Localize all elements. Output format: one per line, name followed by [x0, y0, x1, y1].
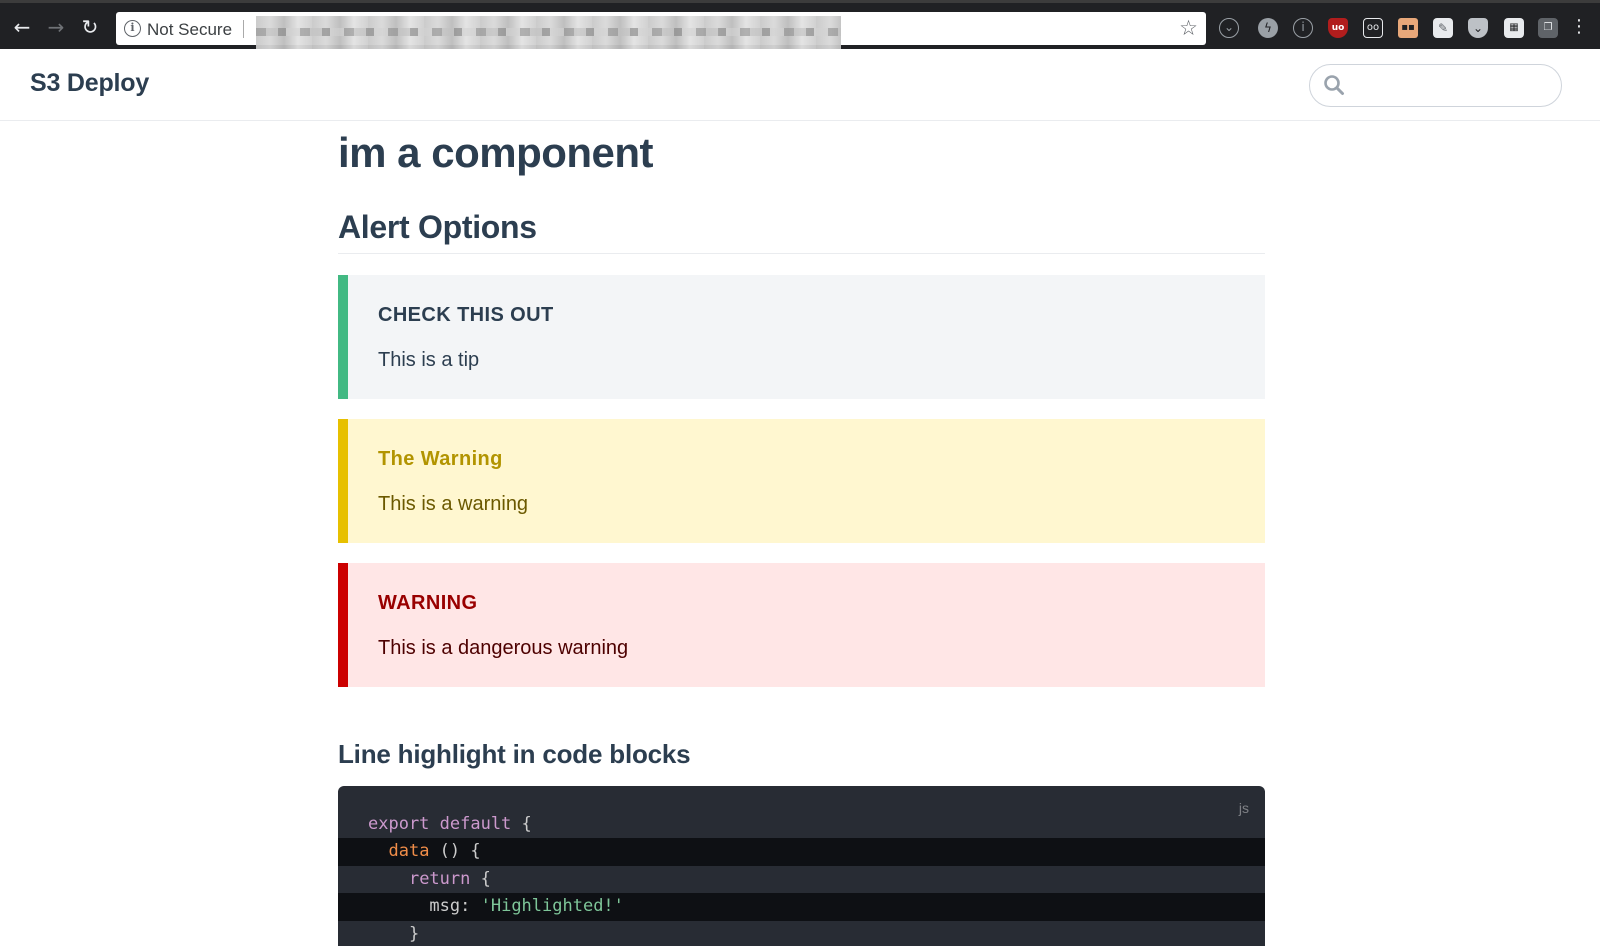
code-indent: [368, 841, 388, 861]
pocket-icon[interactable]: ⌄: [1468, 18, 1488, 38]
code-token: 'Highlighted!': [481, 896, 624, 916]
bookmark-star-icon[interactable]: ☆: [1179, 16, 1198, 40]
code-token: return: [409, 869, 470, 889]
ublock-icon[interactable]: uo: [1328, 18, 1348, 38]
puzzle-icon[interactable]: ▦: [1504, 18, 1524, 38]
page-title: im a component: [338, 129, 653, 177]
code-token: }: [409, 924, 419, 944]
section-title-code-highlight: Line highlight in code blocks: [338, 739, 690, 770]
code-line: export default {: [338, 811, 1265, 839]
reload-button[interactable]: ↻: [78, 15, 102, 39]
face-icon[interactable]: ▪▪: [1398, 18, 1418, 38]
section-divider: [338, 253, 1265, 254]
code-line-highlighted: data () {: [338, 838, 1265, 866]
tabs-icon[interactable]: ❐: [1538, 18, 1558, 38]
glasses-icon[interactable]: oo: [1363, 18, 1383, 38]
tip-alert: CHECK THIS OUT This is a tip: [338, 275, 1265, 399]
section-title-alert-options: Alert Options: [338, 209, 537, 246]
pin-icon[interactable]: ✎: [1433, 18, 1453, 38]
security-label[interactable]: Not Secure: [147, 20, 232, 40]
code-token: msg:: [429, 896, 480, 916]
lightning-icon[interactable]: ϟ: [1258, 18, 1278, 38]
search-input[interactable]: [1352, 71, 1552, 101]
alert-body: This is a warning: [378, 493, 528, 516]
circle-outline-icon[interactable]: ⌄: [1219, 18, 1239, 38]
browser-menu-icon[interactable]: ⋮: [1570, 17, 1588, 37]
blurred-url[interactable]: [256, 16, 841, 53]
code-token: {: [470, 869, 490, 889]
code-indent: [368, 869, 409, 889]
address-bar[interactable]: i Not Secure ☆: [116, 12, 1206, 45]
code-token: () {: [429, 841, 480, 861]
code-token: data: [388, 841, 429, 861]
alert-title: The Warning: [378, 448, 503, 471]
search-box[interactable]: [1309, 64, 1562, 107]
site-brand[interactable]: S3 Deploy: [30, 69, 149, 98]
code-indent: [368, 896, 429, 916]
alert-body: This is a tip: [378, 349, 479, 372]
forward-button[interactable]: →: [44, 15, 68, 39]
alert-title: CHECK THIS OUT: [378, 304, 554, 327]
code-token: export default: [368, 814, 511, 834]
code-line: return {: [338, 866, 1265, 894]
address-divider: [243, 20, 244, 38]
alert-body: This is a dangerous warning: [378, 637, 628, 660]
alert-title: WARNING: [378, 592, 477, 615]
site-header: S3 Deploy: [0, 49, 1600, 121]
info-icon[interactable]: i: [124, 20, 141, 37]
warning-alert: The Warning This is a warning: [338, 419, 1265, 543]
code-indent: [368, 924, 409, 944]
code-line-highlighted: msg: 'Highlighted!': [338, 893, 1265, 921]
browser-toolbar: ← → ↻ i Not Secure ☆ ⌄ ϟ i uo oo ▪▪ ✎ ⌄ …: [0, 0, 1600, 49]
danger-alert: WARNING This is a dangerous warning: [338, 563, 1265, 687]
info-icon[interactable]: i: [1293, 18, 1313, 38]
code-token: {: [511, 814, 531, 834]
back-button[interactable]: ←: [10, 15, 34, 39]
code-block: js export default { data () { return { m…: [338, 786, 1265, 946]
search-icon: [1323, 74, 1345, 96]
code-line: }: [338, 921, 1265, 946]
